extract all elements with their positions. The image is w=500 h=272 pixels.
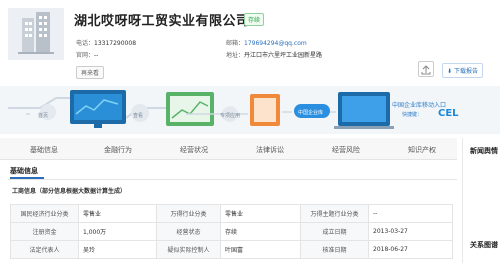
- table-key: 注册资金: [10, 222, 79, 241]
- table-row: 法定代表人 吴玲 疑似实际控制人 叶国富 核准日期 2018-06-27: [10, 240, 453, 259]
- email-link[interactable]: 179694294@qq.com: [244, 40, 307, 47]
- building-icon: [18, 12, 54, 54]
- phone-label: 电话：: [76, 40, 95, 47]
- table-value: 1,000万: [78, 222, 157, 241]
- email-label: 邮箱：: [226, 40, 245, 47]
- tab-basic-info[interactable]: 基础信息: [30, 145, 58, 155]
- download-report-label: 下载报告: [453, 68, 478, 75]
- table-row: 国民经济行业分类 零售业 万得行业分类 零售业 万得主题行业分类 --: [10, 204, 453, 223]
- table-value: 零售业: [220, 204, 301, 223]
- company-header: 湖北哎呀呀工贸实业有限公司 存续 电话：13317290008 官网：-- 邮箱…: [0, 0, 500, 88]
- tab-operations[interactable]: 经营状况: [180, 145, 208, 155]
- news-sentiment-title: 新闻舆情: [470, 147, 498, 155]
- table-key: 经营状态: [156, 222, 221, 241]
- table-row: 注册资金 1,000万 经营状态 存续 成立日期 2013-03-27: [10, 222, 453, 241]
- download-icon: ⬇: [447, 68, 453, 75]
- table-key: 成立日期: [300, 222, 369, 241]
- revisit-button[interactable]: 再来看: [76, 66, 105, 79]
- legal-rep-link[interactable]: 吴玲: [78, 240, 157, 259]
- phone-row: 电话：13317290008: [76, 38, 136, 47]
- address-label: 地址：: [226, 52, 245, 59]
- share-icon: [421, 65, 431, 75]
- banner-label-apps: 专项应用: [220, 113, 241, 119]
- banner-subtitle: 快捷键：: [402, 112, 423, 118]
- section-title: 基础信息: [10, 167, 38, 175]
- banner-illustration: [8, 90, 394, 129]
- email-row: 邮箱：179694294@qq.com: [226, 38, 307, 47]
- download-report-button[interactable]: ⬇ 下载报告: [442, 63, 483, 78]
- section-divider: [8, 179, 457, 180]
- table-key: 法定代表人: [10, 240, 79, 259]
- table-key: 核准日期: [300, 240, 369, 259]
- website-value: --: [94, 52, 99, 59]
- tab-legal[interactable]: 法律诉讼: [256, 145, 284, 155]
- status-badge: 存续: [244, 13, 265, 26]
- address-row: 地址：丹江口市六里坪工业园新星路: [226, 50, 322, 59]
- address-value: 丹江口市六里坪工业园新星路: [244, 52, 323, 59]
- promo-banner[interactable]: 首页 查看 专项应用 中国企业库: [0, 86, 500, 134]
- controller-link[interactable]: 叶国富: [220, 240, 301, 259]
- table-value: 2018-06-27: [368, 240, 453, 259]
- banner-label-home: 首页: [38, 113, 49, 119]
- table-key: 疑似实际控制人: [156, 240, 221, 259]
- banner-label-view: 查看: [133, 113, 144, 119]
- table-key: 万得主题行业分类: [300, 204, 369, 223]
- business-info-subtitle: 工商信息（部分信息根据大数据计算生成）: [12, 188, 127, 195]
- main-tabs: 基础信息 金融行为 经营状况 法律诉讼 经营风险 知识产权: [0, 138, 457, 160]
- cel-logo: CEL: [438, 108, 459, 119]
- table-value: 零售业: [78, 204, 157, 223]
- table-value: --: [368, 204, 453, 223]
- tab-ip[interactable]: 知识产权: [408, 145, 436, 155]
- company-logo: [8, 8, 64, 60]
- share-button[interactable]: [418, 61, 434, 77]
- business-info-table: 国民经济行业分类 零售业 万得行业分类 零售业 万得主题行业分类 -- 注册资金…: [10, 204, 453, 259]
- banner-label-enterprise: 中国企业库: [298, 110, 324, 116]
- table-value: 2013-03-27: [368, 222, 453, 241]
- website-row: 官网：--: [76, 50, 98, 59]
- tab-risk[interactable]: 经营风险: [332, 145, 360, 155]
- company-name: 湖北哎呀呀工贸实业有限公司: [74, 14, 250, 29]
- website-label: 官网：: [76, 52, 95, 59]
- phone-value: 13317290008: [94, 40, 137, 47]
- tab-finance[interactable]: 金融行为: [104, 145, 132, 155]
- table-key: 万得行业分类: [156, 204, 221, 223]
- table-key: 国民经济行业分类: [10, 204, 79, 223]
- operating-status-value: 存续: [220, 222, 301, 241]
- relation-graph-title: 关系图谱: [470, 241, 498, 249]
